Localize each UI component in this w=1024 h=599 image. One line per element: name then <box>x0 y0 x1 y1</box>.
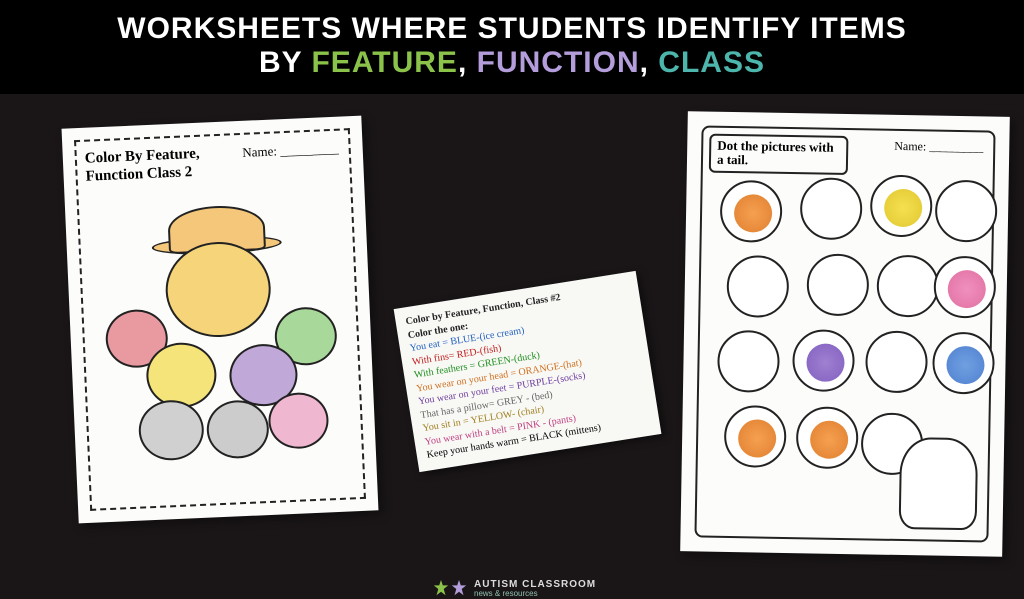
worksheet2-name-label: Name: _________ <box>894 139 983 156</box>
circle-item <box>796 406 859 469</box>
circle-item <box>724 405 787 468</box>
circle-item <box>800 177 863 240</box>
circle-item <box>806 253 869 316</box>
function-word: FUNCTION <box>477 46 640 79</box>
class-word: CLASS <box>658 46 765 79</box>
color-key-card: Color by Feature, Function, Class #2 Col… <box>394 271 662 472</box>
brand-logo: AUTISM CLASSROOM news & resources <box>432 579 596 599</box>
logo-title: AUTISM CLASSROOM <box>474 579 596 590</box>
circle-item <box>933 256 996 319</box>
feature-word: FEATURE <box>311 46 457 79</box>
header-banner: WORKSHEETS WHERE STUDENTS IDENTIFY ITEMS… <box>0 0 1024 94</box>
dot-purple <box>806 343 845 382</box>
dot-orange <box>810 420 849 459</box>
segment-yellow <box>145 341 218 409</box>
photo-area: Color By Feature, Function Class 2 Name:… <box>0 94 1024 580</box>
circle-item <box>870 174 933 237</box>
logo-subtitle: news & resources <box>474 590 596 599</box>
by-text: BY <box>259 46 302 79</box>
circle-item <box>876 255 939 318</box>
caterpillar-illustration <box>94 200 355 471</box>
dot-orange <box>738 419 777 458</box>
circle-item <box>865 330 928 393</box>
circle-item <box>932 332 995 395</box>
dot-yellow <box>884 189 923 228</box>
circle-item <box>792 329 855 392</box>
circle-grid <box>705 180 985 533</box>
circle-item <box>720 180 783 243</box>
logo-text: AUTISM CLASSROOM news & resources <box>474 579 596 599</box>
header-line-1: WORKSHEETS WHERE STUDENTS IDENTIFY ITEMS <box>0 12 1024 46</box>
worksheet-color-by-feature: Color By Feature, Function Class 2 Name:… <box>62 116 379 524</box>
segment-grey-2 <box>206 399 270 460</box>
dot-blue <box>946 346 985 385</box>
dot-pink <box>947 270 986 309</box>
circle-item <box>726 255 789 318</box>
worksheet2-title: Dot the pictures with a tail. <box>709 134 849 175</box>
header-line-2: BY FEATURE, FUNCTION, CLASS <box>0 46 1024 80</box>
worksheet2-border: Dot the pictures with a tail. Name: ____… <box>694 125 995 542</box>
dot-orange <box>734 194 773 233</box>
worksheet-border: Color By Feature, Function Class 2 Name:… <box>74 128 366 511</box>
caterpillar-face <box>164 240 273 339</box>
worksheet-dot-pictures: Dot the pictures with a tail. Name: ____… <box>680 111 1010 557</box>
logo-icon <box>432 580 468 598</box>
segment-grey-1 <box>138 399 206 462</box>
circle-item <box>717 330 780 393</box>
chef-illustration <box>899 437 979 530</box>
worksheet1-name-label: Name: _________ <box>242 141 339 161</box>
circle-item <box>935 180 998 243</box>
worksheet1-title: Color By Feature, Function Class 2 <box>84 144 226 186</box>
segment-pink <box>267 391 329 450</box>
